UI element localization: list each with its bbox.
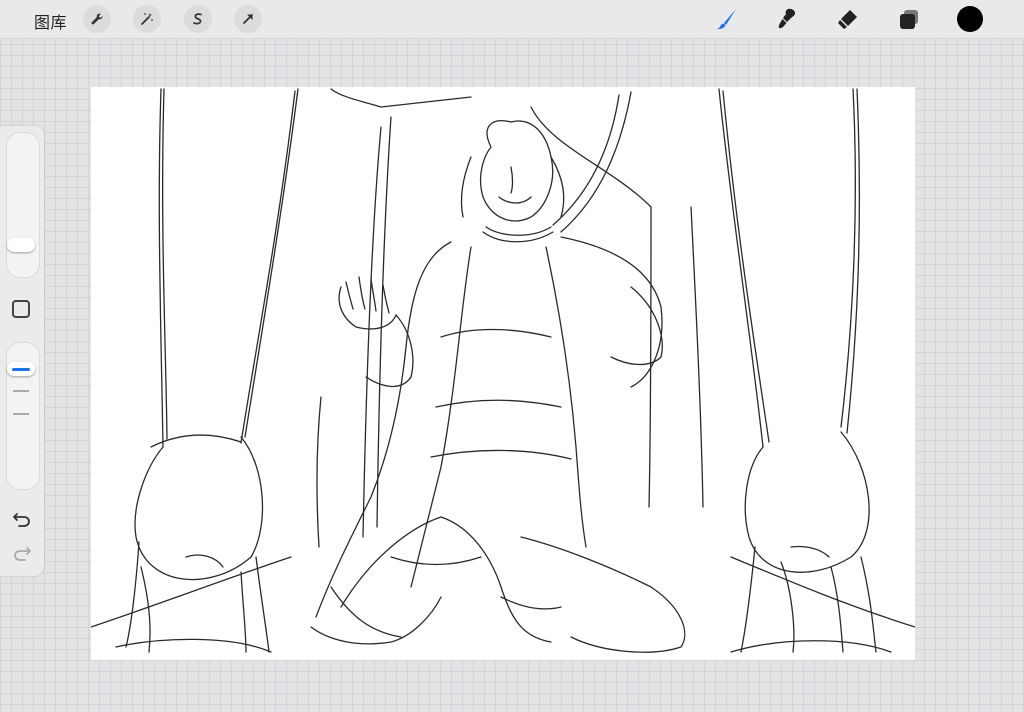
magic-wand-icon (141, 13, 153, 25)
brush-size-slider[interactable] (6, 132, 40, 278)
adjustments-button[interactable] (133, 5, 161, 33)
selection-button[interactable] (184, 5, 212, 33)
undo-icon (13, 513, 30, 527)
transform-button[interactable] (234, 5, 262, 33)
brush-size-slider-thumb[interactable] (7, 237, 35, 252)
left-sidebar (0, 126, 44, 576)
sketch-artwork (91, 88, 915, 653)
brush-icon (717, 9, 736, 30)
wrench-icon (91, 13, 103, 25)
eraser-button[interactable] (834, 5, 862, 33)
transform-arrow-icon (243, 14, 253, 24)
actions-button[interactable] (83, 5, 111, 33)
opacity-tick (13, 413, 29, 415)
opacity-thumb-marker (12, 368, 30, 372)
modify-button[interactable] (12, 300, 30, 318)
undo-button[interactable] (11, 508, 33, 530)
color-picker-button[interactable] (957, 6, 983, 32)
eraser-icon (838, 10, 857, 29)
opacity-tick (13, 390, 29, 392)
gallery-button[interactable]: 图库 (34, 9, 67, 33)
smudge-icon (778, 8, 795, 29)
top-toolbar: 图库 (0, 0, 1024, 39)
redo-icon (14, 547, 31, 561)
brush-button[interactable] (713, 5, 741, 33)
opacity-slider-thumb[interactable] (7, 362, 35, 377)
smudge-button[interactable] (773, 5, 801, 33)
layers-button[interactable] (895, 5, 923, 33)
drawing-canvas[interactable] (91, 87, 915, 660)
selection-icon (193, 13, 202, 25)
layers-icon (900, 10, 918, 29)
redo-button[interactable] (11, 542, 33, 564)
